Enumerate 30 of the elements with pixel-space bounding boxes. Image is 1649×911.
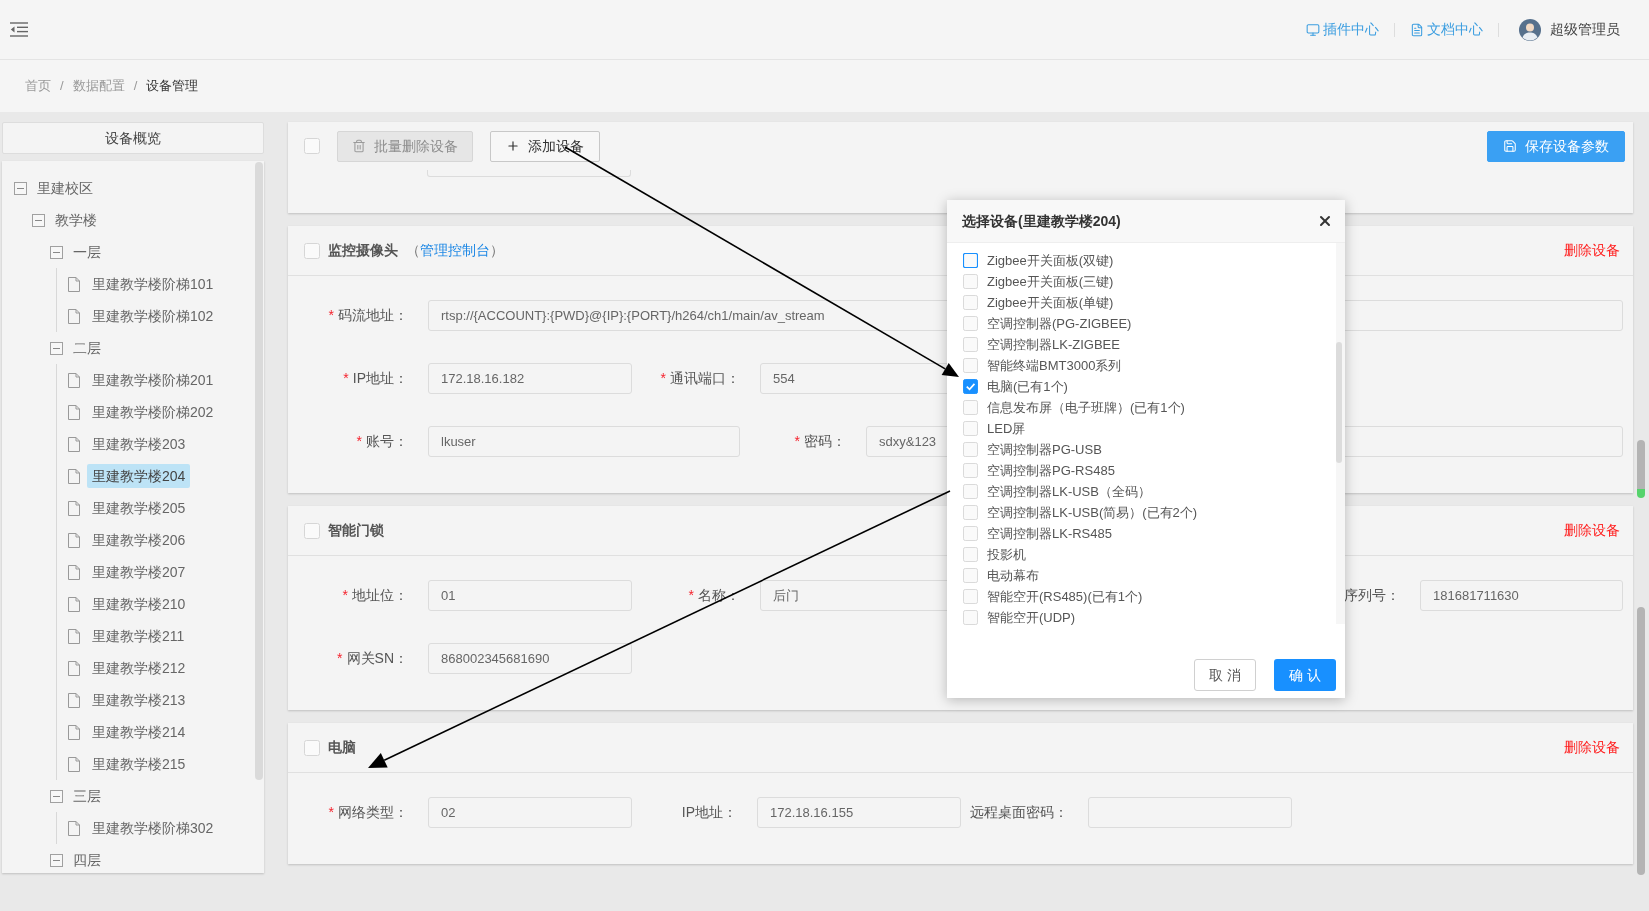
field-label: 名称： — [698, 586, 740, 605]
required-mark: * — [328, 803, 334, 822]
device-title: 监控摄像头 — [328, 241, 398, 260]
field-label: 网关SN： — [346, 649, 408, 668]
sidebar-title: 设备概览 — [2, 122, 264, 154]
breadcrumb-separator: / — [60, 77, 64, 96]
required-mark: * — [343, 369, 349, 388]
breadcrumb-separator: / — [133, 77, 138, 96]
required-mark: * — [356, 432, 362, 451]
field-label: IP地址： — [681, 803, 737, 822]
field-label: 账号： — [366, 432, 408, 451]
field-label: 密码： — [804, 432, 846, 451]
required-mark: * — [342, 586, 348, 605]
device-title: 智能门锁 — [328, 521, 384, 540]
breadcrumb-current: 设备管理 — [146, 77, 199, 96]
dialog-title: 选择设备(里建教学楼204) — [962, 211, 1121, 231]
field-label: 远程桌面密码： — [970, 803, 1068, 822]
card-note: （管理控制台） — [406, 241, 504, 260]
required-mark: * — [328, 306, 334, 325]
field-label: 通讯端口： — [670, 369, 740, 388]
required-mark: * — [794, 432, 800, 451]
device-title: 电脑 — [328, 738, 356, 757]
field-label: 网络类型： — [338, 803, 408, 822]
required-mark: * — [660, 369, 666, 388]
field-label: 序列号： — [1344, 586, 1400, 605]
required-mark: * — [337, 649, 343, 668]
field-label: 地址位： — [352, 586, 408, 605]
field-label: 码流地址： — [338, 306, 408, 325]
field-label: IP地址： — [352, 369, 408, 388]
required-mark: * — [688, 586, 694, 605]
